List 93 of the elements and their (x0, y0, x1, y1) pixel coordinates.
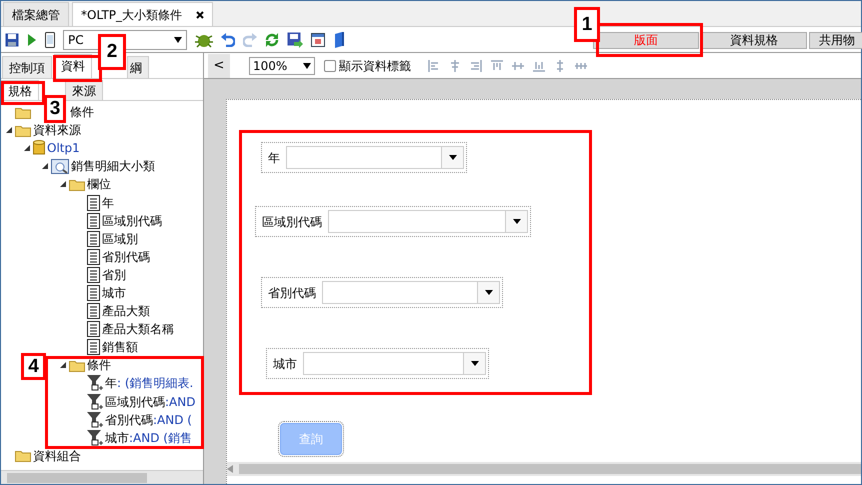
field-icon (87, 284, 100, 301)
tree-item[interactable]: 年: (銷售明細表. (105, 374, 194, 392)
tree-item[interactable]: 區域別代碼:AND (105, 392, 196, 411)
undo-icon[interactable] (221, 32, 235, 46)
caret-icon (174, 36, 182, 42)
tree-item[interactable]: Oltp1 (47, 139, 80, 158)
field-icon (87, 194, 100, 211)
collapse-button[interactable]: < (208, 54, 230, 78)
filter-icon (87, 430, 103, 446)
expander-icon[interactable] (5, 126, 13, 134)
folder-icon (15, 124, 31, 137)
callout-number: 1 (574, 7, 600, 42)
folder-icon (15, 449, 31, 462)
align-icon[interactable] (533, 60, 545, 72)
panel-tab[interactable]: 控制項 (2, 56, 52, 78)
tree-item[interactable]: 城市:AND (銷售 (105, 428, 192, 447)
tree-item[interactable]: 銷售明細大小類 (71, 157, 155, 176)
export-icon[interactable] (287, 32, 303, 48)
tree-item[interactable]: 省別 (102, 266, 126, 284)
tree-item[interactable]: 城市 (102, 284, 126, 302)
field-icon (87, 321, 100, 338)
field-label: 省別代碼 (268, 284, 316, 302)
expander-icon[interactable] (41, 162, 49, 170)
folder-icon (69, 358, 85, 372)
tree-item[interactable]: 區域別代碼 (102, 212, 162, 230)
caret-icon[interactable] (512, 219, 520, 224)
refresh-icon[interactable] (265, 32, 279, 46)
tree-item[interactable]: 資料來源 (33, 121, 81, 140)
callout-number: 3 (44, 95, 66, 123)
align-icon[interactable] (449, 60, 461, 72)
field-icon (87, 303, 100, 320)
phone-icon[interactable] (45, 32, 55, 48)
tree-item[interactable]: 欄位 (87, 175, 111, 194)
database-icon (33, 140, 45, 156)
field-label: 城市 (273, 356, 297, 372)
tree-item[interactable]: 區域別 (102, 230, 138, 248)
tree-item[interactable]: 資料組合 (33, 446, 81, 465)
layout-tab[interactable]: 資料規格 (701, 32, 807, 49)
zoom-select[interactable]: 100% (249, 56, 315, 74)
tree-item[interactable]: 銷售額 (102, 338, 138, 356)
field-icon (87, 230, 100, 247)
caret-icon[interactable] (448, 155, 456, 160)
field-icon (87, 266, 100, 283)
folder-icon (69, 178, 85, 191)
panel-tab[interactable]: 綱 (127, 56, 149, 78)
dropdown-field[interactable] (322, 281, 500, 304)
tree-item[interactable]: 條件 (87, 356, 111, 374)
callout-number: 2 (98, 34, 126, 70)
dropdown-field[interactable] (328, 210, 528, 233)
caret-icon (303, 62, 311, 68)
tree-item[interactable]: 產品大類名稱 (102, 320, 174, 338)
expander-icon[interactable] (59, 180, 67, 188)
table-icon (51, 158, 69, 174)
tree-item[interactable]: 產品大類 (102, 302, 150, 320)
align-icon[interactable] (428, 60, 440, 72)
align-icon[interactable] (554, 60, 566, 72)
checkbox[interactable] (324, 60, 336, 72)
book-icon[interactable] (333, 32, 345, 48)
tree-item[interactable]: 年 (102, 194, 114, 212)
dropdown-field[interactable] (286, 146, 464, 169)
scrollbar-thumb[interactable] (239, 464, 861, 474)
align-icon[interactable] (512, 60, 524, 72)
document-tab[interactable]: 檔案總管 (3, 2, 69, 26)
filter-icon (87, 412, 103, 428)
layout-tab[interactable]: 共用物 (809, 32, 862, 49)
field-icon (87, 248, 100, 265)
sub-tab[interactable]: 來源 (65, 80, 103, 100)
checkbox-label[interactable]: 顯示資料標籤 (339, 56, 411, 74)
filter-icon (87, 375, 103, 392)
field-label: 年 (268, 150, 280, 166)
document-tab[interactable]: *OLTP_大小類條件 (72, 2, 214, 26)
close-icon[interactable] (196, 10, 204, 18)
caret-icon[interactable] (484, 290, 492, 295)
scrollbar-thumb[interactable] (7, 472, 147, 482)
field-icon (87, 212, 100, 229)
folder-icon (15, 106, 31, 119)
expander-icon[interactable] (23, 144, 31, 152)
save-icon[interactable] (5, 32, 19, 46)
play-icon[interactable] (27, 34, 37, 46)
caret-icon[interactable] (470, 361, 478, 366)
tree-item[interactable]: 省別代碼:AND ( (105, 410, 192, 429)
tree-item[interactable]: 省別代碼 (102, 248, 150, 266)
expander-icon[interactable] (59, 361, 67, 370)
field-icon (87, 339, 100, 356)
tree-item[interactable]: 條件 (70, 103, 94, 122)
field-label: 區域別代碼 (262, 214, 322, 230)
filter-icon (87, 394, 103, 410)
scroll-left-icon[interactable] (227, 465, 233, 473)
window-icon[interactable] (311, 32, 325, 46)
align-icon[interactable] (491, 60, 503, 72)
callout-number: 4 (21, 353, 46, 380)
align-icon[interactable] (470, 60, 482, 72)
dropdown-field[interactable] (303, 352, 486, 375)
